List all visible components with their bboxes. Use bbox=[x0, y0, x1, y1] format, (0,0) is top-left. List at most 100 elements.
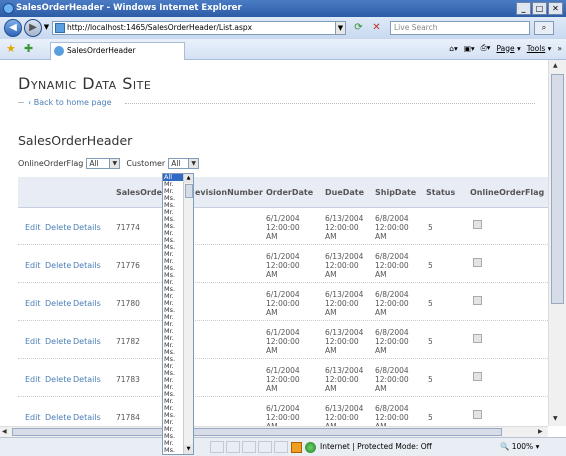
warning-icon[interactable] bbox=[291, 442, 302, 453]
table-row: Edit Delete Details 71782 6/1/2004 12:00:00 AM… bbox=[18, 322, 548, 359]
favorites-star-icon[interactable]: ★ bbox=[6, 42, 16, 55]
delete-link[interactable]: Delete bbox=[45, 413, 71, 422]
add-favorites-icon[interactable]: ✚ bbox=[24, 42, 33, 55]
online-flag-select[interactable]: All ▼ bbox=[86, 158, 121, 169]
minimize-button[interactable]: _ bbox=[516, 2, 531, 15]
close-button[interactable]: ✕ bbox=[548, 2, 563, 15]
back-to-home-link[interactable]: ‹ Back to home page bbox=[28, 98, 112, 107]
order-date: 6/1/200412:00:00AM bbox=[266, 366, 300, 393]
ship-date: 6/8/200412:00:00AM bbox=[375, 404, 409, 426]
scroll-down-icon[interactable]: ▼ bbox=[553, 415, 558, 422]
edit-link[interactable]: Edit bbox=[25, 261, 41, 270]
column-header[interactable]: ShipDate bbox=[375, 188, 416, 197]
command-bar: ⌂▾ ▣▾ ⎙▾ Page ▾ Tools ▾ » bbox=[449, 43, 562, 53]
online-flag-checkbox bbox=[473, 258, 482, 267]
due-date: 6/13/200412:00:00AM bbox=[325, 404, 364, 426]
feeds-icon[interactable]: ▣▾ bbox=[464, 44, 475, 53]
online-flag-checkbox bbox=[473, 334, 482, 343]
sales-order-id: 71783 bbox=[116, 375, 140, 384]
scroll-left-icon[interactable]: ◀ bbox=[2, 428, 7, 435]
tools-menu[interactable]: Tools ▾ bbox=[527, 44, 552, 53]
address-dropdown-icon[interactable]: ▼ bbox=[335, 21, 346, 35]
forward-button[interactable]: ▶ bbox=[24, 19, 42, 37]
customer-label: Customer bbox=[126, 159, 166, 168]
zoom-level[interactable]: 🔍 100% ▾ bbox=[500, 442, 539, 451]
dropdown-scrollbar[interactable]: ▲ ▼ bbox=[183, 174, 193, 454]
due-date: 6/13/200412:00:00AM bbox=[325, 252, 364, 279]
divider bbox=[18, 102, 24, 103]
maximize-button[interactable]: □ bbox=[532, 2, 547, 15]
home-icon[interactable]: ⌂▾ bbox=[449, 44, 458, 53]
scroll-thumb[interactable] bbox=[12, 428, 502, 436]
scroll-up-icon[interactable]: ▲ bbox=[184, 174, 193, 183]
edit-link[interactable]: Edit bbox=[25, 337, 41, 346]
search-icon[interactable]: ⌕ bbox=[534, 21, 554, 35]
back-button[interactable]: ◀ bbox=[4, 19, 22, 37]
details-link[interactable]: Details bbox=[73, 337, 101, 346]
scroll-down-icon[interactable]: ▼ bbox=[184, 445, 193, 454]
status-segment bbox=[242, 441, 256, 453]
delete-link[interactable]: Delete bbox=[45, 375, 71, 384]
ship-date: 6/8/200412:00:00AM bbox=[375, 290, 409, 317]
scroll-thumb[interactable] bbox=[185, 184, 193, 198]
history-dropdown-icon[interactable]: ▼ bbox=[41, 21, 52, 35]
sales-order-id: 71780 bbox=[116, 299, 140, 308]
address-url: http://localhost:1465/SalesOrderHeader/L… bbox=[67, 23, 253, 32]
online-flag-checkbox bbox=[473, 410, 482, 419]
search-input[interactable]: Live Search bbox=[390, 21, 530, 35]
details-link[interactable]: Details bbox=[73, 299, 101, 308]
order-date: 6/1/200412:00:00AM bbox=[266, 214, 300, 241]
column-header[interactable]: OrderDate bbox=[266, 188, 313, 197]
stop-icon[interactable]: ✕ bbox=[369, 21, 384, 35]
internet-zone-icon bbox=[305, 442, 316, 453]
customer-select[interactable]: All ▼ bbox=[168, 158, 200, 169]
edit-link[interactable]: Edit bbox=[25, 375, 41, 384]
filter-bar: OnlineOrderFlag All ▼ Customer All ▼ bbox=[18, 158, 200, 169]
browser-tab[interactable]: SalesOrderHeader bbox=[50, 42, 185, 60]
column-header[interactable]: Status bbox=[426, 188, 455, 197]
scroll-thumb[interactable] bbox=[551, 74, 564, 304]
print-icon[interactable]: ⎙▾ bbox=[481, 43, 491, 53]
online-flag-checkbox bbox=[473, 372, 482, 381]
online-flag-label: OnlineOrderFlag bbox=[18, 159, 84, 168]
customer-dropdown-list[interactable]: All Mr. Mr. Ms. Ms. Mr. Ms. Ms. Mr. Ms. Ms. Mr. Mr. M… bbox=[162, 173, 194, 455]
page-menu[interactable]: Page ▾ bbox=[496, 44, 520, 53]
details-link[interactable]: Details bbox=[73, 223, 101, 232]
more-icon[interactable]: » bbox=[557, 44, 562, 53]
column-header[interactable]: SalesOrde bbox=[116, 188, 162, 197]
scroll-right-icon[interactable]: ▶ bbox=[538, 428, 543, 435]
table-row: Edit DeleteDetails 71784 6/1/200412:00:00AM… bbox=[18, 398, 548, 426]
column-header[interactable]: OnlineOrderFlag bbox=[470, 188, 544, 197]
online-flag-checkbox bbox=[473, 220, 482, 229]
vertical-scrollbar[interactable]: ▲ ▼ bbox=[548, 60, 566, 426]
ie-icon bbox=[3, 3, 14, 14]
due-date: 6/13/200412:00:00AM bbox=[325, 366, 364, 393]
delete-link[interactable]: Delete bbox=[45, 299, 71, 308]
edit-link[interactable]: Edit bbox=[25, 413, 41, 422]
delete-link[interactable]: Delete bbox=[45, 261, 71, 270]
refresh-icon[interactable]: ⟳ bbox=[351, 21, 366, 35]
order-date: 6/1/200412:00:00AM bbox=[266, 404, 300, 426]
sales-order-id: 71782 bbox=[116, 337, 140, 346]
details-link[interactable]: Details bbox=[73, 261, 101, 270]
page-title: SalesOrderHeader bbox=[18, 133, 133, 148]
horizontal-scrollbar[interactable]: ◀ ▶ bbox=[0, 426, 548, 437]
edit-link[interactable]: Edit bbox=[25, 299, 41, 308]
divider bbox=[125, 103, 535, 104]
edit-link[interactable]: Edit bbox=[25, 223, 41, 232]
status-bar: Internet | Protected Mode: Off 🔍 100% ▾ bbox=[0, 437, 566, 456]
title-bar: SalesOrderHeader - Windows Internet Expl… bbox=[0, 0, 566, 17]
status-segment bbox=[274, 441, 288, 453]
ship-date: 6/8/200412:00:00AM bbox=[375, 214, 409, 241]
column-header[interactable]: evisionNumber bbox=[195, 188, 263, 197]
ship-date: 6/8/200412:00:00AM bbox=[375, 328, 409, 355]
scroll-up-icon[interactable]: ▲ bbox=[553, 62, 558, 69]
due-date: 6/13/200412:00:00AM bbox=[325, 328, 364, 355]
delete-link[interactable]: Delete bbox=[45, 223, 71, 232]
details-link[interactable]: Details bbox=[73, 413, 101, 422]
column-header[interactable]: DueDate bbox=[325, 188, 364, 197]
address-bar[interactable]: http://localhost:1465/SalesOrderHeader/L… bbox=[52, 21, 345, 35]
delete-link[interactable]: Delete bbox=[45, 337, 71, 346]
details-link[interactable]: Details bbox=[73, 375, 101, 384]
security-zone-text[interactable]: Internet | Protected Mode: Off bbox=[320, 442, 432, 451]
